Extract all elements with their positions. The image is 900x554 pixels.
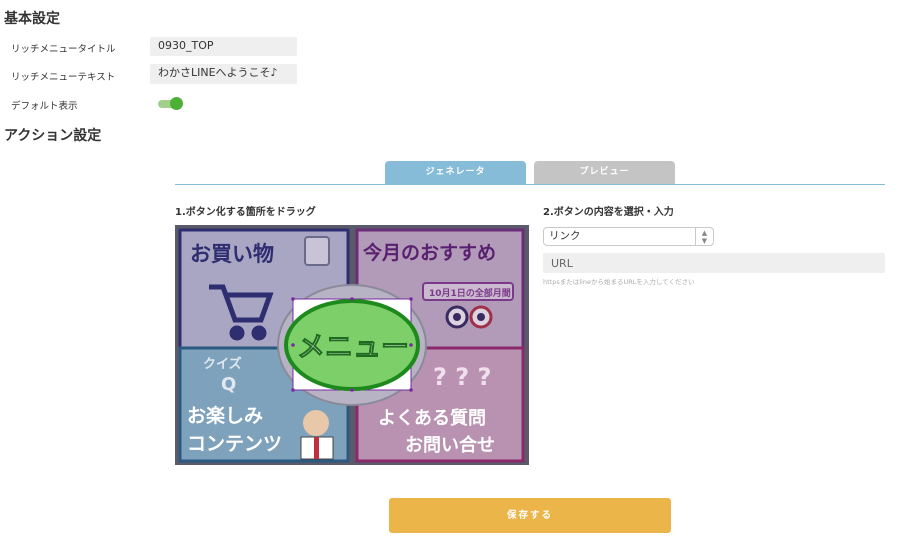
label-quiz: クイズ [203,356,242,372]
label-contents: コンテンツ [187,433,282,455]
date-banner-text: 10月1日の全部月間 [429,287,511,299]
url-hint: httpsまたはlineから始まるURLを入力してください [543,278,695,286]
rich-menu-image[interactable]: お買い物 今月のおすすめ 10月1日の全部月間 クイズ Q お楽しみ コンテンツ… [175,225,529,465]
label-faq: よくある質問 [378,407,486,429]
drag-section-title: 1.ボタン化する箇所をドラッグ [175,207,316,218]
action-type-select[interactable]: リンク ▲ ▼ [543,227,714,246]
action-type-value: リンク [549,230,581,242]
tab-generator[interactable]: ジェネレータ [385,161,526,184]
url-input[interactable] [543,253,885,273]
default-display-toggle[interactable] [158,97,183,110]
tab-divider [175,184,885,185]
photo-icon [304,236,330,266]
menu-title-field[interactable]: 0930_TOP [150,37,297,56]
label-recommend: 今月のおすすめ [362,241,496,264]
menu-text-field[interactable]: わかさLINEへようこそ♪ [150,64,297,84]
menu-title-label: リッチメニュータイトル [11,44,116,55]
label-fun: お楽しみ [187,404,263,427]
label-q: Q [221,374,236,395]
default-display-label: デフォルト表示 [11,101,78,112]
menu-text-label: リッチメニューテキスト [11,72,116,83]
question-marks-icon: ? ? ? [433,363,491,391]
toggle-knob [170,97,183,110]
button-content-title: 2.ボタンの内容を選択・入力 [543,207,674,218]
label-shopping: お買い物 [190,242,274,266]
tab-preview[interactable]: プレビュー [534,161,675,184]
save-button[interactable]: 保存する [389,498,671,533]
label-menu: メニュー [297,330,409,363]
basic-settings-heading: 基本設定 [4,11,60,27]
action-settings-heading: アクション設定 [4,128,102,144]
label-contact: お問い合せ [405,434,495,456]
select-caret-icon: ▲ ▼ [695,228,713,245]
